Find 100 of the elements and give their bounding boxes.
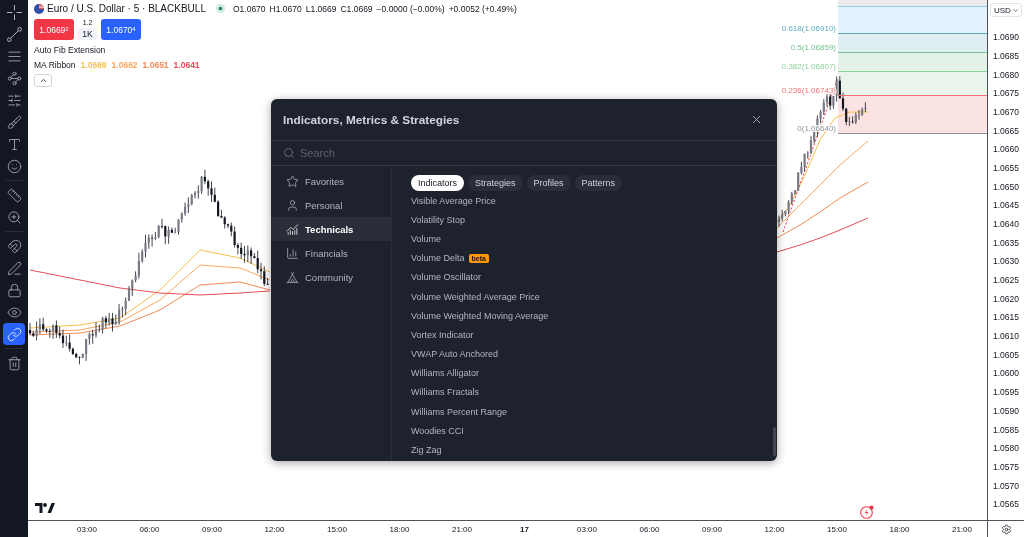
price-label: 1.0610 (993, 330, 1019, 344)
price-label: 1.0600 (993, 367, 1019, 381)
time-label: 06:00 (138, 524, 161, 534)
chart-icon (286, 222, 299, 236)
bar-chart-icon (286, 246, 299, 260)
sell-button[interactable]: 1.0669$^{2}$ (34, 19, 74, 40)
filter-tab[interactable]: Indicators (411, 175, 465, 191)
settings-icon[interactable] (1000, 523, 1012, 535)
time-label: 06:00 (638, 524, 661, 534)
price-label: 1.0645 (993, 199, 1019, 213)
price-label: 1.0595 (993, 386, 1019, 400)
status-dot-icon (215, 4, 225, 13)
price-label: 1.0690 (993, 31, 1019, 45)
category-item[interactable]: Personal (271, 193, 391, 217)
lines-icon (6, 48, 22, 64)
fib-level-label: 0.382(1.06807) (781, 61, 836, 71)
category-item[interactable]: Technicals (271, 217, 391, 241)
time-label: 12:00 (263, 524, 286, 534)
category-item[interactable]: Financials (271, 241, 391, 265)
quote-value: +0.0052 (+0.49%) (448, 3, 517, 14)
close-icon (750, 113, 763, 126)
study-title: Auto Fib Extension (34, 45, 106, 55)
smile-icon (6, 158, 22, 174)
user-icon (286, 198, 299, 212)
time-label: 18:00 (888, 524, 911, 534)
search-icon (283, 147, 295, 159)
price-label: 1.0590 (993, 404, 1019, 418)
study-value: 1.0641 (173, 60, 200, 70)
currency-button[interactable]: USD (990, 3, 1022, 17)
indicator-item[interactable]: VWAP Auto Anchored (411, 344, 499, 364)
flag-icon (34, 3, 44, 14)
scrollbar[interactable] (773, 427, 776, 456)
price-label: 1.0605 (993, 348, 1019, 362)
indicator-item[interactable]: Woodies CCI (411, 421, 464, 441)
caret-up-icon (38, 76, 48, 85)
zoom-in-icon (6, 209, 22, 225)
study-value: 1.0669 (80, 60, 107, 70)
time-label: 09:00 (201, 524, 223, 534)
indicator-item[interactable]: Volume Weighted Average Price (411, 286, 540, 307)
price-label: 1.0640 (993, 218, 1019, 232)
indicator-item[interactable]: Volatility Stop (411, 210, 466, 230)
study-value: 1.0651 (142, 60, 169, 70)
time-label: 21:00 (451, 524, 473, 534)
price-label: 1.0565 (993, 498, 1019, 512)
star-icon (286, 174, 299, 188)
pencil-icon (6, 260, 22, 276)
study-title: MA Ribbon (34, 60, 76, 70)
category-item[interactable]: Favorites (271, 169, 391, 193)
indicator-item[interactable]: Volume (411, 229, 442, 249)
time-label: 03:00 (76, 524, 98, 534)
search-field[interactable]: Search (300, 145, 500, 161)
quote-value: L1.0669 (305, 3, 337, 14)
time-label: 09:00 (701, 524, 723, 534)
price-label: 1.0665 (993, 124, 1019, 138)
price-label: 1.0675 (993, 87, 1019, 101)
text-icon (6, 136, 22, 152)
indicator-item[interactable]: Zig Zag (411, 440, 442, 460)
price-label: 1.0625 (993, 274, 1019, 288)
filter-tab[interactable]: Patterns (574, 175, 623, 191)
fib-level-label: 0.5(1.06859) (790, 42, 836, 52)
indicator-item[interactable]: Williams Percent Range (411, 402, 508, 422)
time-label: 18:00 (388, 524, 411, 534)
tent-icon (286, 270, 299, 284)
time-label: 15:00 (826, 524, 848, 534)
close-button[interactable] (750, 113, 763, 126)
time-label: 03:00 (576, 524, 598, 534)
filter-tab[interactable]: Profiles (526, 175, 571, 191)
indicator-item[interactable]: Visible Average Price (411, 191, 496, 211)
logo-icon (35, 503, 55, 513)
price-label: 1.0620 (993, 292, 1019, 306)
time-label: 12:00 (763, 524, 786, 534)
quote-value: O1.0670 (232, 3, 266, 14)
filter-tab[interactable]: Strategies (468, 175, 523, 191)
buy-button[interactable]: 1.0670$^{4}$ (101, 19, 141, 40)
symbol-title: Euro / U.S. Dollar · 5 · BLACKBULL (47, 3, 206, 14)
price-label: 1.0655 (993, 162, 1019, 176)
price-label: 1.0570 (993, 479, 1019, 493)
quantity-button[interactable]: 1K (78, 28, 97, 40)
quote-value: −0.0000 (−0.00%) (376, 3, 445, 14)
time-label: 17 (519, 524, 530, 534)
category-item[interactable]: Community (271, 265, 391, 289)
time-label: 21:00 (951, 524, 973, 534)
price-label: 1.0615 (993, 311, 1019, 325)
line-tool-icon (6, 26, 22, 42)
price-label: 1.0635 (993, 236, 1019, 250)
price-label: 1.0680 (993, 68, 1019, 82)
indicator-item[interactable]: Williams Fractals (411, 382, 479, 403)
indicator-item[interactable]: Volume Weighted Moving Average (411, 306, 549, 326)
tool-button[interactable] (3, 323, 25, 345)
indicator-item[interactable]: Williams Alligator (411, 363, 479, 383)
price-label: 1.0650 (993, 180, 1019, 194)
dialog-title: Indicators, Metrics & Strategies (283, 112, 460, 127)
nodes-icon (6, 70, 22, 86)
indicator-item[interactable]: Volume Oscillator (411, 267, 482, 287)
indicator-item[interactable]: Vortex Indicator (411, 325, 474, 345)
trash-icon (6, 355, 22, 371)
crosshair-icon (6, 4, 22, 20)
ruler-icon (6, 187, 22, 203)
study-value: 1.0662 (111, 60, 138, 70)
lightning-icon[interactable] (860, 505, 874, 519)
